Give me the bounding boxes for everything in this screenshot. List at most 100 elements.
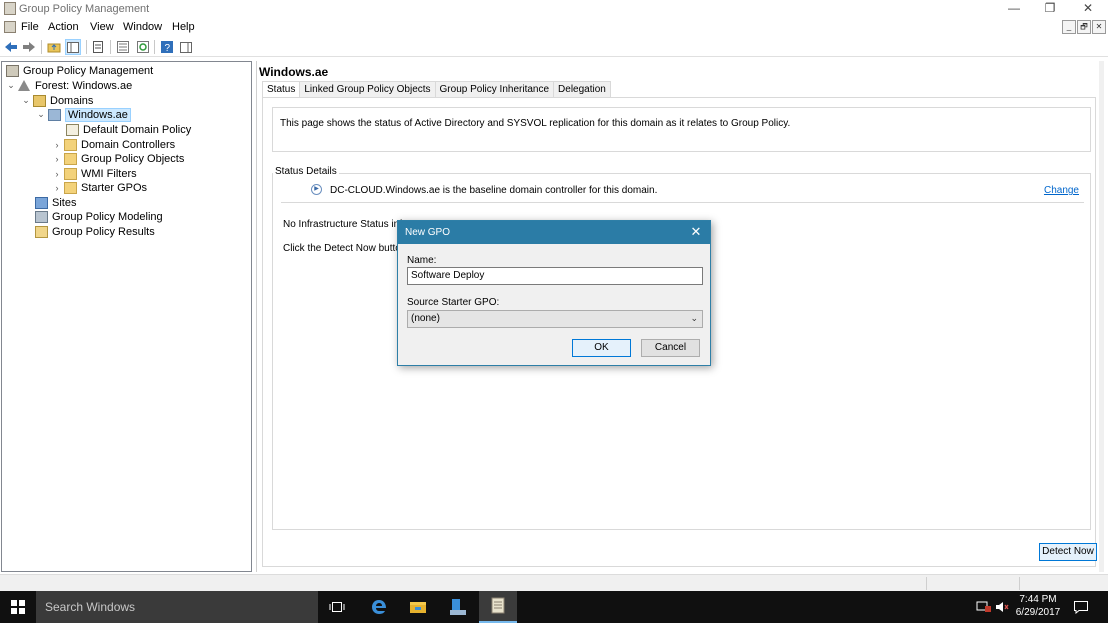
tab-linked-gpos[interactable]: Linked Group Policy Objects (299, 81, 436, 98)
starter-gpo-label: Source Starter GPO: (407, 297, 500, 308)
detect-now-button[interactable]: Detect Now (1039, 543, 1097, 561)
tree-label: WMI Filters (81, 167, 137, 180)
tree-label: Group Policy Objects (81, 152, 185, 165)
divider (281, 202, 1084, 203)
menu-view[interactable]: View (90, 21, 114, 33)
restore-button[interactable]: ❐ (1032, 0, 1068, 18)
expanded-chevron-icon[interactable]: ⌄ (21, 95, 31, 106)
window-title-bar: Group Policy Management — ❐ ✕ (0, 0, 1108, 18)
starter-gpo-select[interactable]: (none) ⌄ (407, 310, 703, 328)
expanded-chevron-icon[interactable]: ⌄ (36, 109, 46, 120)
forward-arrow-icon[interactable] (21, 39, 37, 55)
ok-button[interactable]: OK (572, 339, 631, 357)
tree-label: Group Policy Management (23, 64, 154, 77)
modeling-icon (35, 210, 48, 223)
collapsed-chevron-icon[interactable]: › (52, 140, 62, 150)
tree-item-results[interactable]: Group Policy Results (35, 224, 155, 239)
domain-icon (48, 108, 61, 121)
pane-title: Windows.ae (259, 65, 329, 79)
mdi-child-icon[interactable] (4, 21, 16, 33)
mdi-controls: _ 🗗 ✕ (1062, 20, 1106, 34)
starter-gpo-folder-icon (64, 181, 77, 194)
tree-item-sites[interactable]: Sites (35, 195, 76, 210)
cancel-button[interactable]: Cancel (641, 339, 700, 357)
status-bar (0, 574, 1108, 591)
file-explorer-icon[interactable] (399, 591, 437, 623)
dialog-title-bar: New GPO ✕ (398, 221, 710, 244)
starter-gpo-value: (none) (411, 313, 440, 324)
wmi-folder-icon (64, 167, 77, 180)
name-label: Name: (407, 255, 437, 266)
change-link[interactable]: Change (1044, 185, 1079, 196)
gpo-name-input[interactable]: Software Deploy (407, 267, 703, 285)
tree-item-root[interactable]: Group Policy Management (6, 63, 153, 78)
svg-text:?: ? (165, 43, 171, 53)
dialog-title: New GPO (405, 227, 451, 238)
action-center-icon[interactable] (1073, 600, 1089, 617)
minimize-button[interactable]: — (996, 0, 1032, 18)
toolbar: ? (0, 37, 1108, 57)
tree-item-modeling[interactable]: Group Policy Modeling (35, 209, 163, 224)
tree-label: Default Domain Policy (83, 123, 192, 136)
menu-action[interactable]: Action (48, 21, 79, 33)
collapsed-chevron-icon[interactable]: › (52, 183, 62, 193)
clock-date: 6/29/2017 (1015, 607, 1061, 618)
tab-delegation[interactable]: Delegation (553, 81, 611, 98)
network-icon[interactable] (976, 600, 992, 617)
refresh-icon[interactable] (135, 39, 151, 55)
info-box: This page shows the status of Active Dir… (272, 107, 1091, 152)
menu-help[interactable]: Help (172, 21, 195, 33)
tree-item-domain[interactable]: ⌄ Windows.ae (36, 107, 131, 122)
taskbar-clock[interactable]: 7:44 PM 6/29/2017 (1010, 593, 1066, 619)
tree-item-wmi-filters[interactable]: › WMI Filters (52, 166, 137, 181)
menu-file[interactable]: File (21, 21, 39, 33)
gpm-app-icon (4, 2, 16, 15)
status-details-label: Status Details (273, 166, 339, 177)
tree-label: Group Policy Modeling (52, 210, 163, 223)
mdi-close-button[interactable]: ✕ (1092, 20, 1106, 34)
expanded-chevron-icon[interactable]: ⌄ (6, 80, 16, 91)
tree-item-domains[interactable]: ⌄ Domains (21, 93, 93, 108)
server-manager-icon[interactable] (439, 591, 477, 623)
tree-item-starter-gpos[interactable]: › Starter GPOs (52, 180, 147, 195)
export-list-icon[interactable] (115, 39, 131, 55)
show-hide-tree-icon[interactable] (65, 39, 81, 55)
tree-label: Domain Controllers (81, 138, 176, 151)
edge-browser-icon[interactable] (360, 591, 398, 623)
gpm-taskbar-icon[interactable] (479, 591, 517, 623)
tree-label-selected: Windows.ae (65, 107, 131, 122)
tab-inheritance[interactable]: Group Policy Inheritance (434, 81, 555, 98)
help-icon[interactable]: ? (159, 39, 175, 55)
gpm-icon (6, 64, 19, 77)
mdi-restore-button[interactable]: 🗗 (1077, 20, 1091, 34)
tree-item-domain-controllers[interactable]: › Domain Controllers (52, 137, 175, 152)
vertical-scrollbar[interactable] (1099, 61, 1104, 572)
back-arrow-icon[interactable] (3, 39, 19, 55)
domains-icon (33, 94, 46, 107)
forest-icon (18, 79, 31, 92)
start-button[interactable] (0, 591, 36, 623)
collapsed-chevron-icon[interactable]: › (52, 169, 62, 179)
baseline-dc-icon: ▶ (311, 184, 322, 195)
up-folder-icon[interactable] (46, 39, 62, 55)
close-button[interactable]: ✕ (1070, 0, 1106, 18)
show-action-pane-icon[interactable] (178, 39, 194, 55)
menu-window[interactable]: Window (123, 21, 162, 33)
tree-item-group-policy-objects[interactable]: › Group Policy Objects (52, 151, 184, 166)
tree-item-default-domain-policy[interactable]: Default Domain Policy (66, 122, 191, 137)
clock-time: 7:44 PM (1019, 594, 1057, 605)
tab-strip: Status Linked Group Policy Objects Group… (262, 81, 611, 99)
taskbar-search[interactable]: Search Windows (36, 591, 318, 623)
tree-item-forest[interactable]: ⌄ Forest: Windows.ae (6, 78, 132, 93)
mdi-minimize-button[interactable]: _ (1062, 20, 1076, 34)
tree-label: Group Policy Results (52, 225, 155, 238)
dialog-close-icon[interactable]: ✕ (688, 224, 704, 240)
status-divider (926, 577, 927, 590)
volume-muted-icon[interactable] (995, 600, 1009, 617)
properties-icon[interactable] (90, 39, 106, 55)
toolbar-separator (41, 40, 42, 54)
collapsed-chevron-icon[interactable]: › (52, 154, 62, 164)
task-view-icon[interactable] (318, 591, 356, 623)
new-gpo-dialog: New GPO ✕ Name: Software Deploy Source S… (397, 220, 711, 366)
toolbar-separator (86, 40, 87, 54)
